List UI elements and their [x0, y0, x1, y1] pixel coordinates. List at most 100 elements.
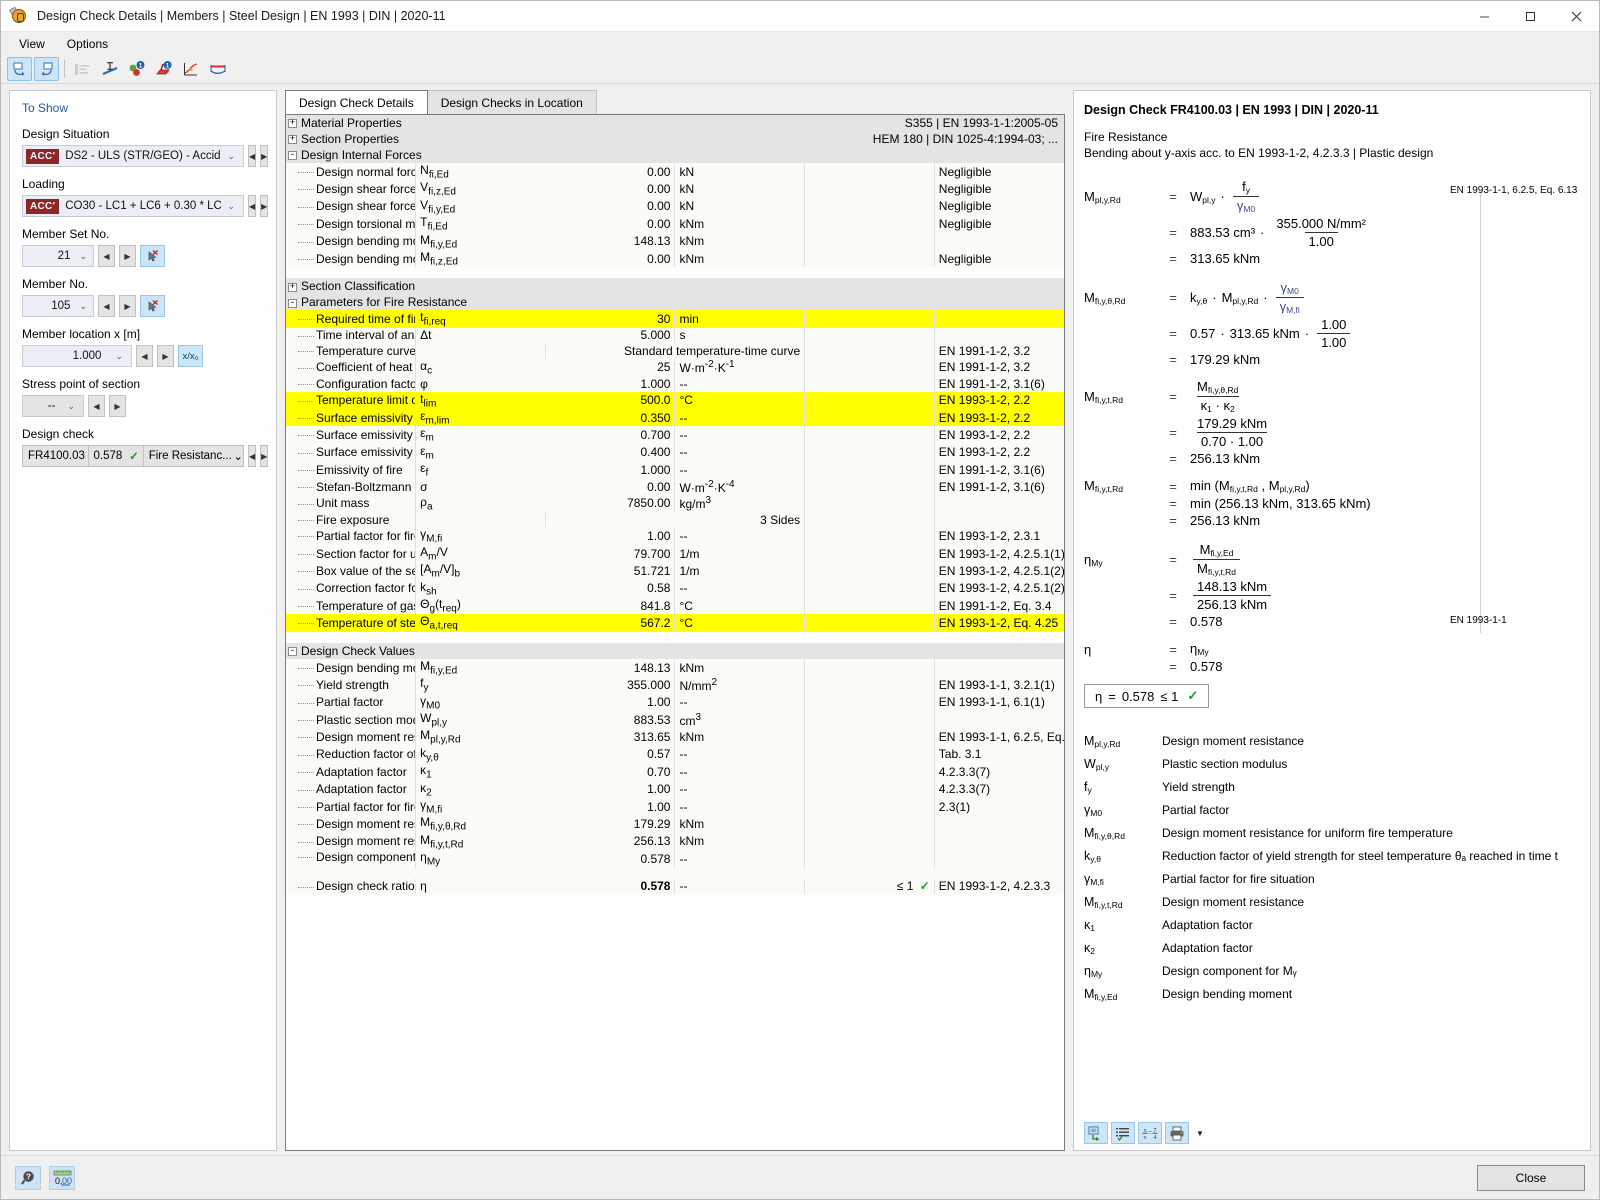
table-row[interactable]: Design shear forceVfi,y,Ed0.00kNNegligib…: [286, 198, 1064, 215]
expander-icon[interactable]: +: [288, 135, 297, 144]
table-row[interactable]: Coefficient of heat transfer by convecti…: [286, 359, 1064, 376]
member-set-no-select[interactable]: 21 ⌄: [22, 245, 94, 267]
table-row[interactable]: Surface emissivity of carbon steel membe…: [286, 409, 1064, 426]
expander-icon[interactable]: -: [288, 151, 297, 160]
table-row[interactable]: Design torsional momentTfi,Ed0.00kNmNegl…: [286, 215, 1064, 232]
table-row[interactable]: Section factor for unprotected steel mem…: [286, 545, 1064, 562]
expander-icon[interactable]: -: [288, 647, 297, 656]
table-row[interactable]: Design moment resistanceMfi,y,t,Rd256.13…: [286, 833, 1064, 850]
menu-options[interactable]: Options: [57, 34, 118, 54]
table-row[interactable]: Required time of fire resistancetfi,req3…: [286, 310, 1064, 327]
table-row[interactable]: Design bending momentMfi,y,Ed148.13kNm: [286, 233, 1064, 250]
table-row[interactable]: Design component for MyηMy0.578--: [286, 850, 1064, 867]
table-row[interactable]: Design normal forceNfi,Ed0.00kNNegligibl…: [286, 163, 1064, 180]
table-row[interactable]: Time interval of analysisΔt5.000s: [286, 328, 1064, 344]
loading-prev-button[interactable]: ◀: [248, 195, 256, 217]
table-row[interactable]: Correction factor for the shadow effectk…: [286, 580, 1064, 597]
design-situation-select[interactable]: ACC' DS2 - ULS (STR/GEO) - Accident... ⌄: [22, 145, 244, 167]
table-row[interactable]: Box value of the section factor[Am/V]b51…: [286, 562, 1064, 579]
formula-values-icon[interactable]: x v = 7 4: [1138, 1122, 1162, 1144]
member-set-no-next-button[interactable]: ▶: [119, 245, 136, 267]
group-header-row[interactable]: -Parameters for Fire Resistance: [286, 294, 1064, 310]
group-header-row[interactable]: -Design Check Values: [286, 643, 1064, 659]
table-row[interactable]: Fire exposure3 Sides: [286, 512, 1064, 528]
design-situation-next-button[interactable]: ▶: [260, 145, 268, 167]
stress-point-next-button[interactable]: ▶: [109, 395, 126, 417]
group-header-row[interactable]: +Material PropertiesS355 | EN 1993-1-1:2…: [286, 115, 1064, 131]
table-row[interactable]: Adaptation factorκ21.00--4.2.3.3(7): [286, 781, 1064, 798]
table-row[interactable]: Partial factor for fire situationγM,fi1.…: [286, 798, 1064, 815]
group-title[interactable]: +Material Properties: [286, 115, 675, 131]
table-row[interactable]: Plastic section modulusWpl,y883.53cm3: [286, 711, 1064, 728]
load-info-icon[interactable]: 1: [124, 57, 149, 81]
table-row[interactable]: Design shear forceVfi,z,Ed0.00kNNegligib…: [286, 180, 1064, 197]
group-title[interactable]: -Design Check Values: [286, 643, 675, 659]
menu-view[interactable]: View: [9, 34, 55, 54]
table-row[interactable]: Design moment resistance for uniform fir…: [286, 815, 1064, 832]
group-title[interactable]: -Design Internal Forces: [286, 147, 675, 163]
tab-design-check-details[interactable]: Design Check Details: [285, 90, 428, 114]
table-row[interactable]: Adaptation factorκ10.70--4.2.3.3(7): [286, 763, 1064, 780]
stress-point-select[interactable]: -- ⌄: [22, 395, 84, 417]
table-row[interactable]: Design check ratioη0.578--≤ 1 ✓EN 1993-1…: [286, 879, 1064, 895]
table-row[interactable]: Temperature of gases at required timeΘg(…: [286, 597, 1064, 614]
print-icon[interactable]: [1165, 1122, 1189, 1144]
table-row[interactable]: Unit massρa7850.00kg/m3: [286, 495, 1064, 512]
group-header-row[interactable]: +Section Classification: [286, 278, 1064, 294]
table-row[interactable]: Design bending momentMfi,y,Ed148.13kNm: [286, 659, 1064, 676]
group-header-row[interactable]: +Section PropertiesHEM 180 | DIN 1025-4:…: [286, 131, 1064, 147]
loading-next-button[interactable]: ▶: [260, 195, 268, 217]
design-situation-prev-button[interactable]: ◀: [248, 145, 256, 167]
group-title[interactable]: +Section Properties: [286, 131, 675, 147]
table-row[interactable]: Temperature curveStandard temperature-ti…: [286, 343, 1064, 359]
member-no-select[interactable]: 105 ⌄: [22, 295, 94, 317]
close-button[interactable]: Close: [1477, 1165, 1585, 1191]
table-row[interactable]: Yield strengthfy355.000N/mm2EN 1993-1-1,…: [286, 676, 1064, 693]
member-set-no-prev-button[interactable]: ◀: [98, 245, 115, 267]
group-header-row[interactable]: -Design Internal Forces: [286, 147, 1064, 163]
design-check-prev-button[interactable]: ◀: [248, 445, 256, 467]
member-no-prev-button[interactable]: ◀: [98, 295, 115, 317]
member-info-icon[interactable]: 1: [151, 57, 176, 81]
table-row[interactable]: Design bending momentMfi,z,Ed0.00kNmNegl…: [286, 250, 1064, 267]
group-title[interactable]: +Section Classification: [286, 278, 675, 294]
design-check-select[interactable]: FR4100.03 0.578 ✓ Fire Resistanc... ⌄: [22, 445, 244, 467]
table-row[interactable]: Configuration factorφ1.000--EN 1991-1-2,…: [286, 376, 1064, 392]
table-row[interactable]: Emissivity of fireεf1.000--EN 1991-1-2, …: [286, 461, 1064, 478]
relative-location-toggle-button[interactable]: x/x₀: [178, 345, 203, 367]
table-row[interactable]: Surface emissivity of carbon steel membe…: [286, 426, 1064, 443]
design-check-grid[interactable]: +Material PropertiesS355 | EN 1993-1-1:2…: [285, 114, 1065, 1151]
help-search-icon[interactable]: ?: [15, 1166, 41, 1190]
stress-diagram-icon[interactable]: [205, 57, 230, 81]
table-row[interactable]: Surface emissivity of stainless steel me…: [286, 444, 1064, 461]
pick-member-button[interactable]: [140, 295, 165, 317]
stress-point-prev-button[interactable]: ◀: [88, 395, 105, 417]
member-location-select[interactable]: 1.000 ⌄: [22, 345, 132, 367]
expander-icon[interactable]: +: [288, 119, 297, 128]
pick-member-set-button[interactable]: [140, 245, 165, 267]
close-window-button[interactable]: [1553, 1, 1599, 32]
member-no-next-button[interactable]: ▶: [119, 295, 136, 317]
export-image-icon[interactable]: [1084, 1122, 1108, 1144]
table-row[interactable]: Reduction factor of yield strength for s…: [286, 746, 1064, 763]
table-row[interactable]: Partial factorγM01.00--EN 1993-1-1, 6.1(…: [286, 694, 1064, 711]
detail-settings-icon[interactable]: [1111, 1122, 1135, 1144]
expander-icon[interactable]: -: [288, 299, 297, 308]
expander-icon[interactable]: +: [288, 283, 297, 292]
group-title[interactable]: -Parameters for Fire Resistance: [286, 294, 675, 310]
table-row[interactable]: Temperature limit of galvanization effec…: [286, 392, 1064, 409]
table-row[interactable]: Design moment resistanceMpl,y,Rd313.65kN…: [286, 728, 1064, 745]
table-row[interactable]: Partial factor for fire situationγM,fi1.…: [286, 527, 1064, 544]
member-location-prev-button[interactable]: ◀: [136, 345, 153, 367]
print-options-chevron-icon[interactable]: ▼: [1192, 1122, 1208, 1144]
table-row[interactable]: Stefan-Boltzmann constantσ0.00W·m-2·K-4E…: [286, 479, 1064, 495]
member-location-next-button[interactable]: ▶: [157, 345, 174, 367]
maximize-button[interactable]: [1507, 1, 1553, 32]
design-check-next-button[interactable]: ▶: [260, 445, 268, 467]
section-dimensions-icon[interactable]: [97, 57, 122, 81]
list-view-icon[interactable]: [70, 57, 95, 81]
table-row[interactable]: Temperature of steel at required timeΘa,…: [286, 614, 1064, 631]
previous-design-check-icon[interactable]: [7, 57, 32, 81]
loading-select[interactable]: ACC' CO30 - LC1 + LC6 + 0.30 * LC2 ⌄: [22, 195, 244, 217]
temperature-curve-icon[interactable]: [178, 57, 203, 81]
